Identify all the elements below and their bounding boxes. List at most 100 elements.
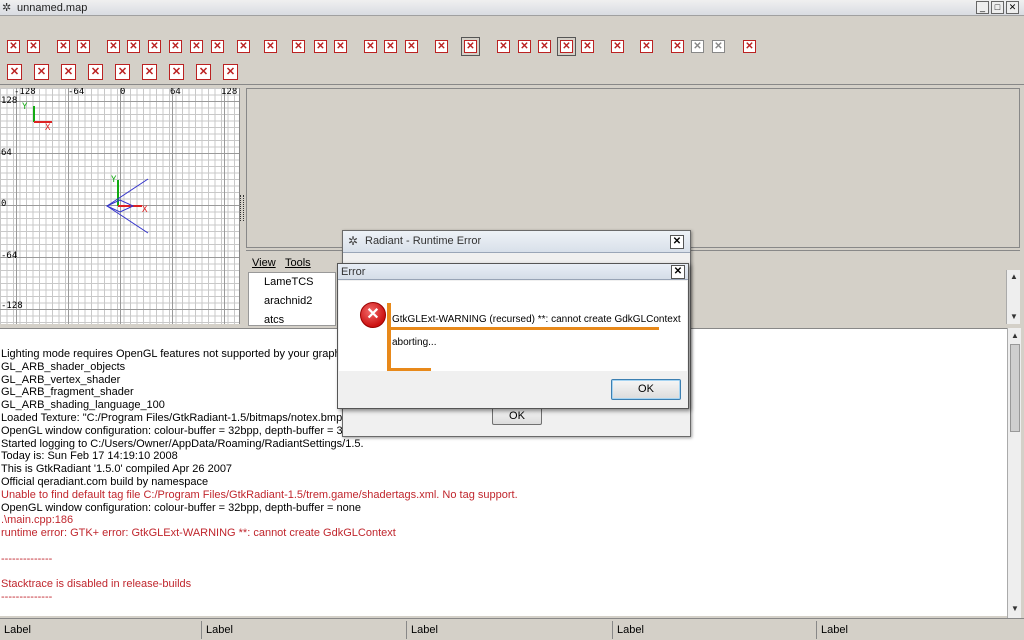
toolbar-button[interactable]: ✕ <box>237 40 250 53</box>
toolbar-button[interactable]: ✕ <box>190 40 203 53</box>
toolbar-button[interactable]: ✕ <box>405 40 418 53</box>
toolbar-button[interactable]: ✕ <box>611 40 624 53</box>
console-line: Today is: Sun Feb 17 14:19:10 2008 <box>1 450 178 463</box>
minimize-button[interactable]: _ <box>976 1 989 14</box>
annotation-highlight <box>387 327 659 330</box>
status-label: Label <box>406 621 438 639</box>
toolbar-button[interactable]: ✕ <box>223 64 238 80</box>
toolbar-button[interactable]: ✕ <box>557 37 576 56</box>
status-label: Label <box>201 621 233 639</box>
scroll-thumb[interactable] <box>1010 344 1020 432</box>
toolbar-button[interactable]: ✕ <box>538 40 551 53</box>
dialog-titlebar: Error ✕ <box>338 264 688 280</box>
toolbar-button[interactable]: ✕ <box>115 64 130 80</box>
console-line: Lighting mode requires OpenGL features n… <box>1 348 355 360</box>
error-message: GtkGLExt-WARNING (recursed) **: cannot c… <box>392 314 681 325</box>
title-bar: ✲ unnamed.map _ □ ✕ <box>0 0 1024 16</box>
toolbar-button[interactable]: ✕ <box>334 40 347 53</box>
annotation-highlight <box>387 303 391 371</box>
toolbar-button[interactable]: ✕ <box>148 40 161 53</box>
list-item[interactable]: arachnid2 <box>264 295 312 307</box>
scroll-down-icon[interactable]: ▼ <box>1010 604 1020 614</box>
close-button[interactable]: ✕ <box>1006 1 1019 14</box>
toolbar-button[interactable]: ✕ <box>7 40 20 53</box>
annotation-highlight <box>387 368 431 371</box>
toolbar-button[interactable]: ✕ <box>169 40 182 53</box>
console-line: GL_ARB_shader_objects <box>1 360 126 373</box>
console-line: -------------- <box>1 591 53 604</box>
status-label: Label <box>816 621 848 639</box>
toolbar-button[interactable]: ✕ <box>88 64 103 80</box>
toolbar-button[interactable]: ✕ <box>581 40 594 53</box>
list-item[interactable]: LameTCS <box>264 276 314 288</box>
console-scrollbar[interactable]: ▲ ▼ <box>1007 328 1021 618</box>
toolbar-button[interactable]: ✕ <box>384 40 397 53</box>
scroll-down-icon[interactable]: ▼ <box>1009 312 1019 322</box>
error-dialog: Error ✕ ✕ GtkGLExt-WARNING (recursed) **… <box>337 263 689 409</box>
console-line: Loaded Texture: "C:/Program Files/GtkRad… <box>1 412 347 424</box>
dialog-titlebar: ✲ Radiant - Runtime Error ✕ <box>343 231 690 253</box>
toolbar-button[interactable]: ✕ <box>518 40 531 53</box>
gear-icon: ✲ <box>348 234 359 248</box>
error-detail: aborting... <box>392 337 437 348</box>
status-label: Label <box>612 621 644 639</box>
maximize-button[interactable]: □ <box>991 1 1004 14</box>
ok-button[interactable]: OK <box>492 407 542 425</box>
close-button[interactable]: ✕ <box>671 265 685 279</box>
axis-x-label: X <box>45 123 51 133</box>
status-label: Label <box>4 624 31 636</box>
xy-grid-view[interactable]: -128 -64 0 64 128 128 64 0 -64 -128 Y X … <box>0 88 240 324</box>
toolbar-button[interactable]: ✕ <box>57 40 70 53</box>
toolbar-button[interactable]: ✕ <box>743 40 756 53</box>
window-title: unnamed.map <box>17 2 88 14</box>
error-x-icon: ✕ <box>360 302 386 328</box>
console-line: Started logging to C:/Users/Owner/AppDat… <box>1 437 364 450</box>
gear-icon: ✲ <box>2 2 12 14</box>
scroll-up-icon[interactable]: ▲ <box>1009 272 1019 282</box>
toolbar-button[interactable]: ✕ <box>7 64 22 80</box>
close-button[interactable]: ✕ <box>670 235 684 249</box>
grid-axes-overlay <box>33 106 149 234</box>
toolbar-button[interactable]: ✕ <box>169 64 184 80</box>
console-line: -------------- <box>1 552 53 565</box>
menu-view[interactable]: View <box>252 257 276 269</box>
toolbar-button[interactable]: ✕ <box>27 40 40 53</box>
axis-y-label: Y <box>111 175 117 185</box>
scroll-up-icon[interactable]: ▲ <box>1010 331 1020 341</box>
toolbar-button[interactable]: ✕ <box>211 40 224 53</box>
axis-y-label: Y <box>22 102 28 112</box>
texture-scrollbar[interactable]: ▲ ▼ <box>1006 270 1020 324</box>
console-line: GL_ARB_fragment_shader <box>1 386 134 399</box>
toolbar-main: ✕ ✕ ✕ ✕ ✕ ✕ ✕ ✕ ✕ ✕ ✕ ✕ ✕ ✕ ✕ ✕ ✕ ✕ ✕ ✕ ✕ ✕ ✕ ✕ ✕ ✕ ✕ ✕ ✕ ✕ ✕ <box>0 34 1024 58</box>
console-line: GL_ARB_shading_language_100 <box>1 399 165 412</box>
dialog-title: Radiant - Runtime Error <box>365 235 482 247</box>
toolbar-button[interactable]: ✕ <box>127 40 140 53</box>
toolbar-button[interactable]: ✕ <box>712 40 725 53</box>
dialog-body: ✕ GtkGLExt-WARNING (recursed) **: cannot… <box>339 281 687 371</box>
menu-tools[interactable]: Tools <box>285 257 311 269</box>
console-line: .\main.cpp:186 <box>1 514 74 527</box>
toolbar-button[interactable]: ✕ <box>314 40 327 53</box>
toolbar-button[interactable]: ✕ <box>61 64 76 80</box>
toolbar-button[interactable]: ✕ <box>107 40 120 53</box>
camera-view[interactable] <box>246 88 1020 248</box>
toolbar-button[interactable]: ✕ <box>264 40 277 53</box>
pane-splitter[interactable] <box>240 195 244 221</box>
toolbar-button[interactable]: ✕ <box>77 40 90 53</box>
toolbar-button[interactable]: ✕ <box>691 40 704 53</box>
ok-button[interactable]: OK <box>611 379 681 400</box>
toolbar-button[interactable]: ✕ <box>364 40 377 53</box>
texture-list[interactable]: LameTCS arachnid2 atcs <box>248 272 336 326</box>
toolbar-button[interactable]: ✕ <box>497 40 510 53</box>
toolbar-button[interactable]: ✕ <box>292 40 305 53</box>
console-line: GL_ARB_vertex_shader <box>1 373 121 386</box>
toolbar-button[interactable]: ✕ <box>640 40 653 53</box>
list-item[interactable]: atcs <box>264 314 284 325</box>
toolbar-button[interactable]: ✕ <box>461 37 480 56</box>
toolbar-secondary: ✕ ✕ ✕ ✕ ✕ ✕ ✕ ✕ ✕ <box>0 59 1024 85</box>
toolbar-button[interactable]: ✕ <box>196 64 211 80</box>
toolbar-button[interactable]: ✕ <box>142 64 157 80</box>
toolbar-button[interactable]: ✕ <box>34 64 49 80</box>
toolbar-button[interactable]: ✕ <box>671 40 684 53</box>
toolbar-button[interactable]: ✕ <box>435 40 448 53</box>
